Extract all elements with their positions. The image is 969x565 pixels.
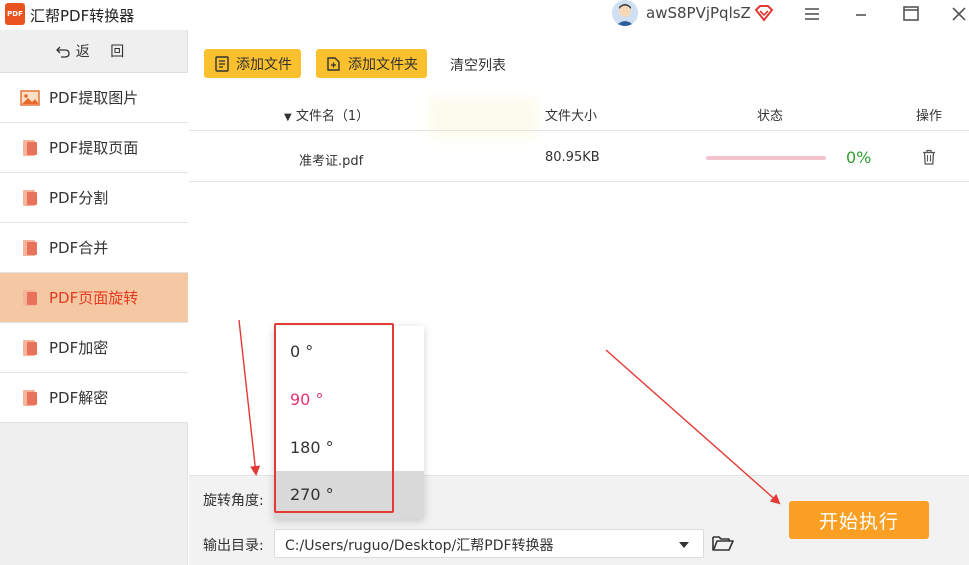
sidebar-item-split[interactable]: PDF分割: [0, 173, 188, 223]
column-header-name-label: 文件名（1）: [295, 109, 370, 124]
pdf-page-icon: [23, 389, 37, 406]
back-button[interactable]: 返 回: [0, 30, 188, 73]
avatar[interactable]: [612, 0, 638, 26]
rotation-angle-label: 旋转角度:: [203, 493, 264, 509]
chevron-down-icon: [679, 542, 689, 548]
table-row[interactable]: 准考证.pdf 80.95KB 0%: [189, 132, 969, 182]
sidebar-item-label: PDF页面旋转: [49, 289, 139, 307]
image-icon: [20, 89, 40, 106]
add-file-label: 添加文件: [236, 56, 292, 73]
file-size: 80.95KB: [545, 150, 600, 165]
pdf-page-icon: [23, 339, 37, 356]
delete-icon[interactable]: [922, 149, 936, 165]
progress-bar: [706, 156, 826, 160]
sidebar-item-decrypt[interactable]: PDF解密: [0, 373, 188, 423]
clear-list-button[interactable]: 清空列表: [450, 55, 506, 75]
close-icon[interactable]: [946, 2, 969, 26]
output-path-select[interactable]: C:/Users/ruguo/Desktop/汇帮PDF转换器: [274, 529, 704, 558]
maximize-icon[interactable]: [898, 2, 924, 26]
sidebar-item-label: PDF加密: [49, 339, 109, 357]
app-title: 汇帮PDF转换器: [30, 7, 135, 25]
column-header-status: 状态: [757, 109, 784, 124]
add-file-button[interactable]: 添加文件: [204, 49, 301, 78]
sidebar-item-extract-images[interactable]: PDF提取图片: [0, 73, 188, 123]
annotation-arrow-angle: [238, 319, 261, 476]
output-path-value: C:/Users/ruguo/Desktop/汇帮PDF转换器: [285, 538, 554, 554]
sidebar-item-label: PDF解密: [49, 389, 109, 407]
sidebar-item-label: PDF提取页面: [49, 139, 139, 157]
sidebar-item-label: PDF合并: [49, 239, 109, 257]
column-header-name[interactable]: ▼ 文件名（1）: [284, 105, 369, 124]
file-name: 准考证.pdf: [299, 154, 364, 169]
sidebar-item-encrypt[interactable]: PDF加密: [0, 323, 188, 373]
vip-diamond-icon[interactable]: [754, 4, 774, 22]
avatar-icon: [612, 0, 638, 26]
add-folder-icon: [327, 56, 340, 71]
back-label: 返 回: [75, 44, 133, 60]
pdf-page-icon: [23, 289, 37, 306]
pdf-page-icon: [23, 239, 37, 256]
folder-open-icon[interactable]: [712, 534, 734, 552]
start-button[interactable]: 开始执行: [789, 501, 929, 539]
add-folder-label: 添加文件夹: [348, 56, 418, 73]
back-arrow-icon: [55, 46, 70, 58]
column-header-action: 操作: [916, 109, 943, 124]
nav-list: PDF提取图片 PDF提取页面 PDF分割 PDF合并 PDF页面旋转 PDF加…: [0, 73, 188, 423]
sidebar-item-extract-pages[interactable]: PDF提取页面: [0, 123, 188, 173]
username[interactable]: awS8PVjPqlsZ: [646, 4, 751, 22]
minimize-icon[interactable]: [848, 2, 874, 26]
sidebar: 返 回 PDF提取图片 PDF提取页面 PDF分割 PDF合并 PDF页面旋转 …: [0, 30, 188, 565]
add-file-icon: [215, 55, 229, 72]
file-table-header: ▼ 文件名（1） 文件大小 状态 操作: [189, 96, 969, 131]
sidebar-item-rotate[interactable]: PDF页面旋转: [0, 273, 188, 323]
annotation-highlight-box: [274, 323, 394, 513]
column-header-size: 文件大小: [545, 109, 598, 124]
add-folder-button[interactable]: 添加文件夹: [316, 49, 427, 78]
hamburger-icon[interactable]: [799, 2, 825, 26]
app-logo: PDF: [5, 3, 25, 25]
title-bar: PDF 汇帮PDF转换器 awS8PVjPqlsZ: [0, 0, 969, 30]
sidebar-item-label: PDF分割: [49, 189, 109, 207]
sidebar-item-merge[interactable]: PDF合并: [0, 223, 188, 273]
output-dir-label: 输出目录:: [203, 538, 264, 554]
sort-down-icon: ▼: [284, 112, 292, 123]
pdf-page-icon: [23, 139, 37, 156]
pdf-page-icon: [23, 189, 37, 206]
progress-percent: 0%: [846, 148, 872, 167]
sidebar-item-label: PDF提取图片: [49, 89, 139, 107]
